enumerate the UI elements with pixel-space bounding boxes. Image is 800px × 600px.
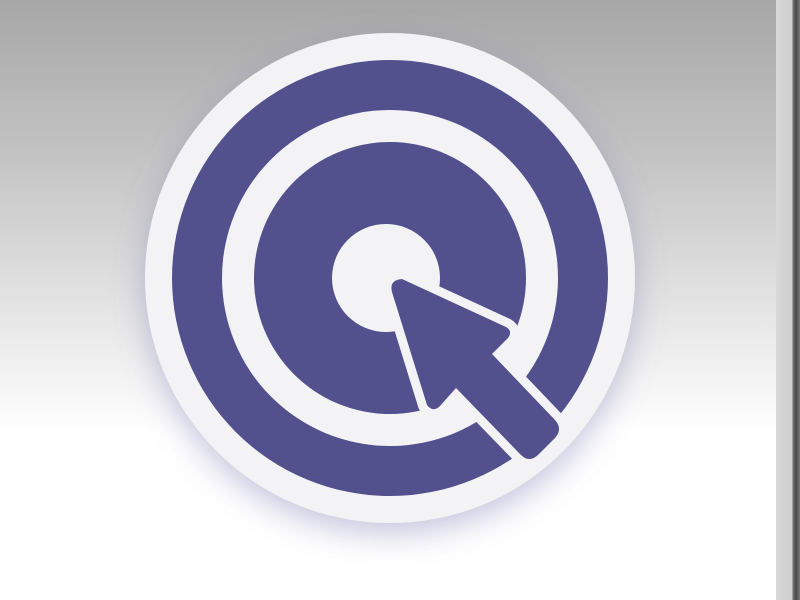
app-icon-canvas [0, 0, 800, 600]
app-icon[interactable] [0, 0, 800, 600]
target-cursor-icon [145, 33, 635, 523]
